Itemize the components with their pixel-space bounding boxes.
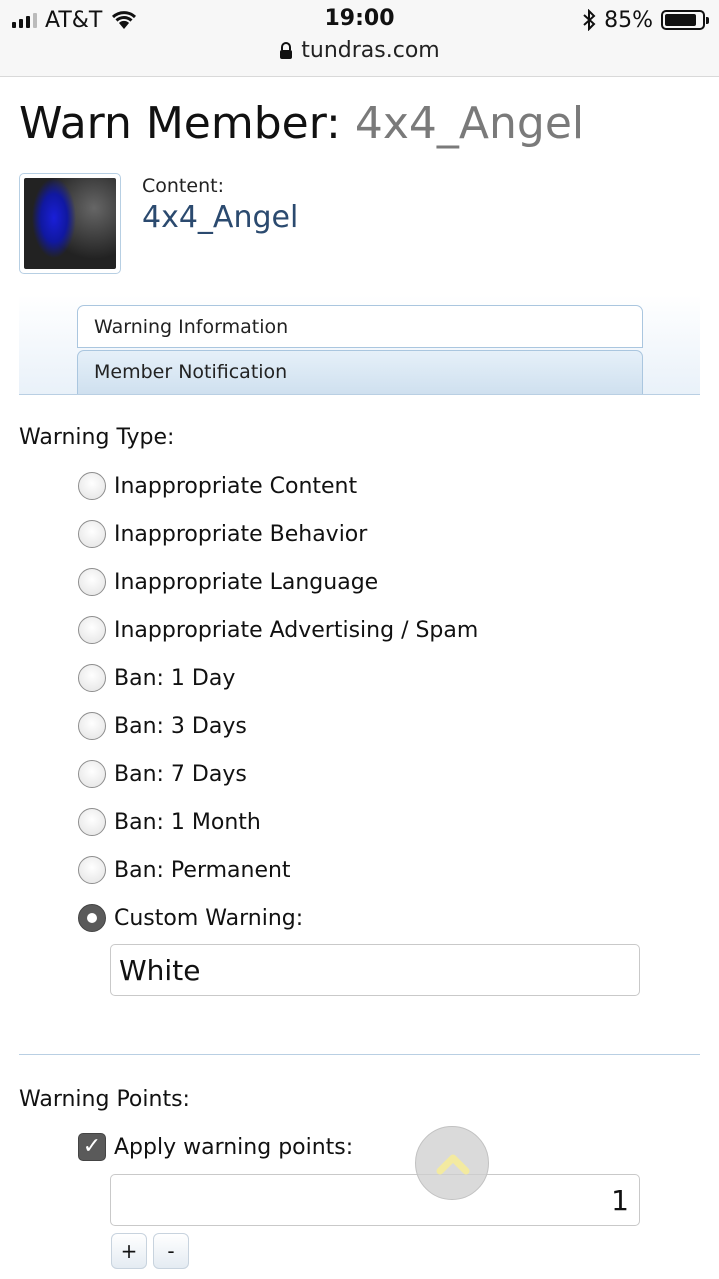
address-bar[interactable]: tundras.com xyxy=(0,38,719,63)
avatar[interactable] xyxy=(19,173,121,274)
radio-button[interactable] xyxy=(78,760,106,788)
lock-icon xyxy=(280,41,293,59)
warning-option-label[interactable]: Inappropriate Advertising / Spam xyxy=(114,618,478,643)
warning-option-custom[interactable]: Custom Warning: xyxy=(78,902,303,934)
warning-option-label[interactable]: Custom Warning: xyxy=(114,906,303,931)
avatar-image[interactable] xyxy=(24,178,116,269)
warning-points-input[interactable] xyxy=(110,1174,640,1226)
warning-option-label[interactable]: Ban: 1 Month xyxy=(114,810,261,835)
tab-bar: Warning Information Member Notification xyxy=(19,295,700,395)
warning-option-label[interactable]: Inappropriate Content xyxy=(114,474,357,499)
warning-option[interactable]: Inappropriate Content xyxy=(78,470,357,502)
page-title: Warn Member: 4x4_Angel xyxy=(19,98,584,149)
bluetooth-icon xyxy=(583,9,596,31)
tab-member-notification[interactable]: Member Notification xyxy=(77,350,643,394)
radio-button[interactable] xyxy=(78,520,106,548)
warning-option[interactable]: Ban: Permanent xyxy=(78,854,291,886)
increment-button[interactable]: + xyxy=(111,1233,147,1269)
warning-option-label[interactable]: Ban: 1 Day xyxy=(114,666,235,691)
radio-button[interactable] xyxy=(78,808,106,836)
status-bar: AT&T 19:00 85% tundras.com xyxy=(0,0,719,77)
radio-button[interactable] xyxy=(78,472,106,500)
page-title-member: 4x4_Angel xyxy=(354,98,585,149)
warning-option-label[interactable]: Inappropriate Language xyxy=(114,570,378,595)
warning-option[interactable]: Ban: 1 Month xyxy=(78,806,261,838)
chevron-up-icon xyxy=(436,1154,470,1175)
content-member-link[interactable]: 4x4_Angel xyxy=(142,200,298,235)
url-text[interactable]: tundras.com xyxy=(301,38,439,63)
warning-points-label: Warning Points: xyxy=(19,1087,190,1112)
page-title-prefix: Warn Member: xyxy=(19,98,341,149)
warning-option-label[interactable]: Ban: Permanent xyxy=(114,858,291,883)
radio-button[interactable] xyxy=(78,856,106,884)
warning-option[interactable]: Ban: 1 Day xyxy=(78,662,235,694)
custom-warning-input[interactable] xyxy=(110,944,640,996)
scroll-to-top-button[interactable] xyxy=(415,1126,489,1200)
apply-points-option[interactable]: ✓ Apply warning points: xyxy=(78,1131,353,1163)
apply-points-label[interactable]: Apply warning points: xyxy=(114,1135,353,1160)
radio-button[interactable] xyxy=(78,616,106,644)
warning-option-label[interactable]: Inappropriate Behavior xyxy=(114,522,367,547)
warning-option[interactable]: Inappropriate Behavior xyxy=(78,518,367,550)
tab-warning-information[interactable]: Warning Information xyxy=(77,305,643,348)
warning-type-label: Warning Type: xyxy=(19,425,175,450)
battery-icon xyxy=(661,10,709,30)
radio-button[interactable] xyxy=(78,712,106,740)
decrement-button[interactable]: - xyxy=(153,1233,189,1269)
warning-option[interactable]: Ban: 7 Days xyxy=(78,758,247,790)
status-right: 85% xyxy=(582,6,709,34)
warning-option[interactable]: Inappropriate Language xyxy=(78,566,378,598)
radio-button-selected[interactable] xyxy=(78,904,106,932)
section-divider xyxy=(19,1054,700,1055)
warning-option-label[interactable]: Ban: 3 Days xyxy=(114,714,247,739)
radio-button[interactable] xyxy=(78,568,106,596)
warning-option[interactable]: Inappropriate Advertising / Spam xyxy=(78,614,478,646)
warning-option-label[interactable]: Ban: 7 Days xyxy=(114,762,247,787)
radio-button[interactable] xyxy=(78,664,106,692)
content-label: Content: xyxy=(142,175,224,197)
battery-percent: 85% xyxy=(604,7,653,33)
warning-option[interactable]: Ban: 3 Days xyxy=(78,710,247,742)
apply-points-checkbox[interactable]: ✓ xyxy=(78,1133,106,1161)
